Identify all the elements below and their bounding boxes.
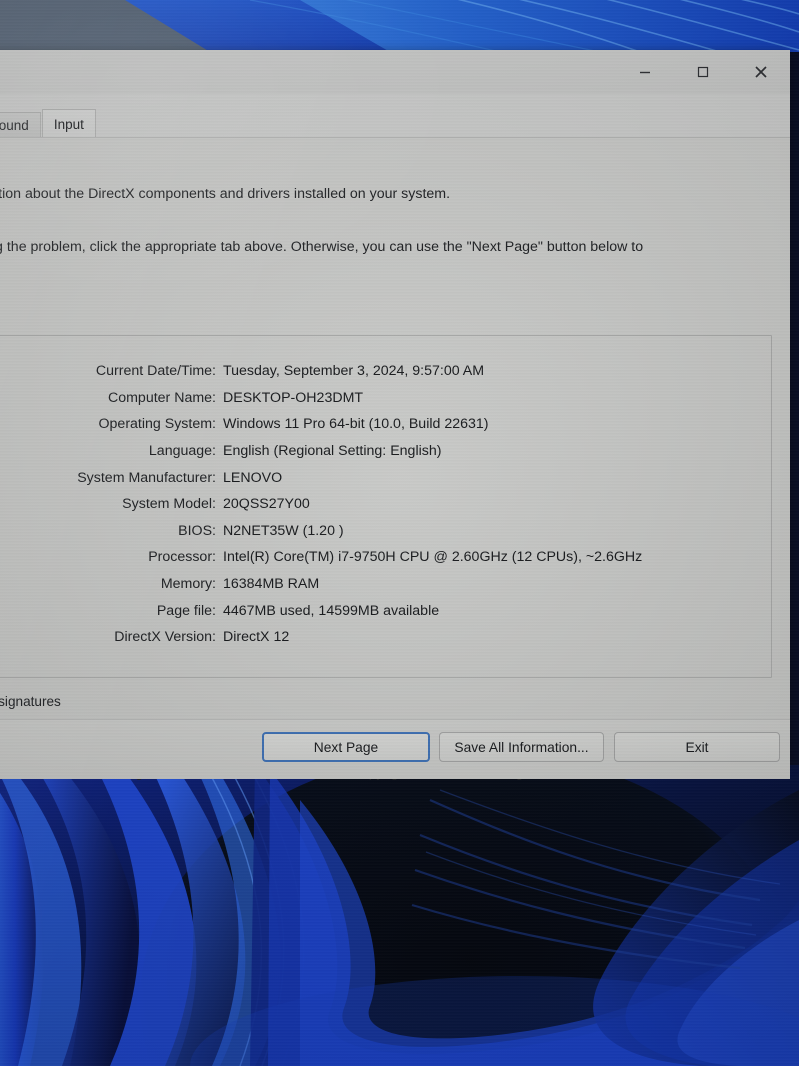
sysinfo-label: Page file:	[0, 603, 223, 619]
next-page-button[interactable]: Next Page	[262, 732, 430, 762]
intro-line-1: led information about the DirectX compon…	[0, 185, 450, 204]
tab-input[interactable]: Input	[42, 109, 96, 138]
sysinfo-row-language: Language: English (Regional Setting: Eng…	[0, 438, 771, 465]
sysinfo-row-processor: Processor: Intel(R) Core(TM) i7-9750H CP…	[0, 544, 771, 571]
sysinfo-label: Processor:	[0, 549, 223, 565]
sysinfo-row-directx-version: DirectX Version: DirectX 12	[0, 624, 771, 651]
sysinfo-value: Windows 11 Pro 64-bit (10.0, Build 22631…	[223, 416, 489, 432]
sysinfo-value: DESKTOP-OH23DMT	[223, 390, 363, 406]
sysinfo-value: LENOVO	[223, 470, 282, 486]
window-content: led information about the DirectX compon…	[0, 138, 790, 779]
sysinfo-row-system-model: System Model: 20QSS27Y00	[0, 491, 771, 518]
sysinfo-row-bios: BIOS: N2NET35W (1.20 )	[0, 518, 771, 545]
close-icon[interactable]	[732, 50, 790, 94]
sysinfo-value: 20QSS27Y00	[223, 496, 310, 512]
sysinfo-label: Current Date/Time:	[0, 363, 223, 379]
tab-strip: splay 2 Sound Input	[0, 108, 790, 138]
save-all-information-button[interactable]: Save All Information...	[439, 732, 604, 762]
sysinfo-value: 4467MB used, 14599MB available	[223, 603, 439, 619]
sysinfo-label: DirectX Version:	[0, 629, 223, 645]
sysinfo-value: Intel(R) Core(TM) i7-9750H CPU @ 2.60GHz…	[223, 549, 642, 565]
sysinfo-value: Tuesday, September 3, 2024, 9:57:00 AM	[223, 363, 484, 379]
intro-line-2: a is causing the problem, click the appr…	[0, 238, 643, 257]
sysinfo-row-system-manufacturer: System Manufacturer: LENOVO	[0, 464, 771, 491]
sysinfo-label: System Model:	[0, 496, 223, 512]
window-controls	[616, 50, 790, 94]
sysinfo-value: 16384MB RAM	[223, 576, 319, 592]
sysinfo-label: Memory:	[0, 576, 223, 592]
sysinfo-row-memory: Memory: 16384MB RAM	[0, 571, 771, 598]
sysinfo-value: N2NET35W (1.20 )	[223, 523, 344, 539]
system-information-rows: Current Date/Time: Tuesday, September 3,…	[0, 358, 771, 651]
whql-checkbox-label: L digital signatures	[0, 694, 61, 709]
maximize-icon[interactable]	[674, 50, 732, 94]
sysinfo-label: BIOS:	[0, 523, 223, 539]
dialog-button-bar: Next Page Save All Information... Exit	[0, 719, 790, 779]
sysinfo-row-operating-system: Operating System: Windows 11 Pro 64-bit …	[0, 411, 771, 438]
sysinfo-label: Computer Name:	[0, 390, 223, 406]
tab-sound[interactable]: Sound	[0, 112, 41, 138]
sysinfo-label: System Manufacturer:	[0, 470, 223, 486]
sysinfo-value: English (Regional Setting: English)	[223, 443, 441, 459]
sysinfo-row-page-file: Page file: 4467MB used, 14599MB availabl…	[0, 597, 771, 624]
sysinfo-row-current-date-time: Current Date/Time: Tuesday, September 3,…	[0, 358, 771, 385]
dxdiag-window: Tool splay 2 Sound Input led information…	[0, 50, 790, 765]
whql-checkbox-row[interactable]: L digital signatures	[0, 694, 61, 709]
sysinfo-label: Language:	[0, 443, 223, 459]
sysinfo-row-computer-name: Computer Name: DESKTOP-OH23DMT	[0, 385, 771, 412]
window-titlebar[interactable]: Tool	[0, 50, 790, 94]
sysinfo-value: DirectX 12	[223, 629, 289, 645]
sysinfo-label: Operating System:	[0, 416, 223, 432]
system-information-group: Current Date/Time: Tuesday, September 3,…	[0, 335, 772, 678]
exit-button[interactable]: Exit	[614, 732, 780, 762]
minimize-icon[interactable]	[616, 50, 674, 94]
